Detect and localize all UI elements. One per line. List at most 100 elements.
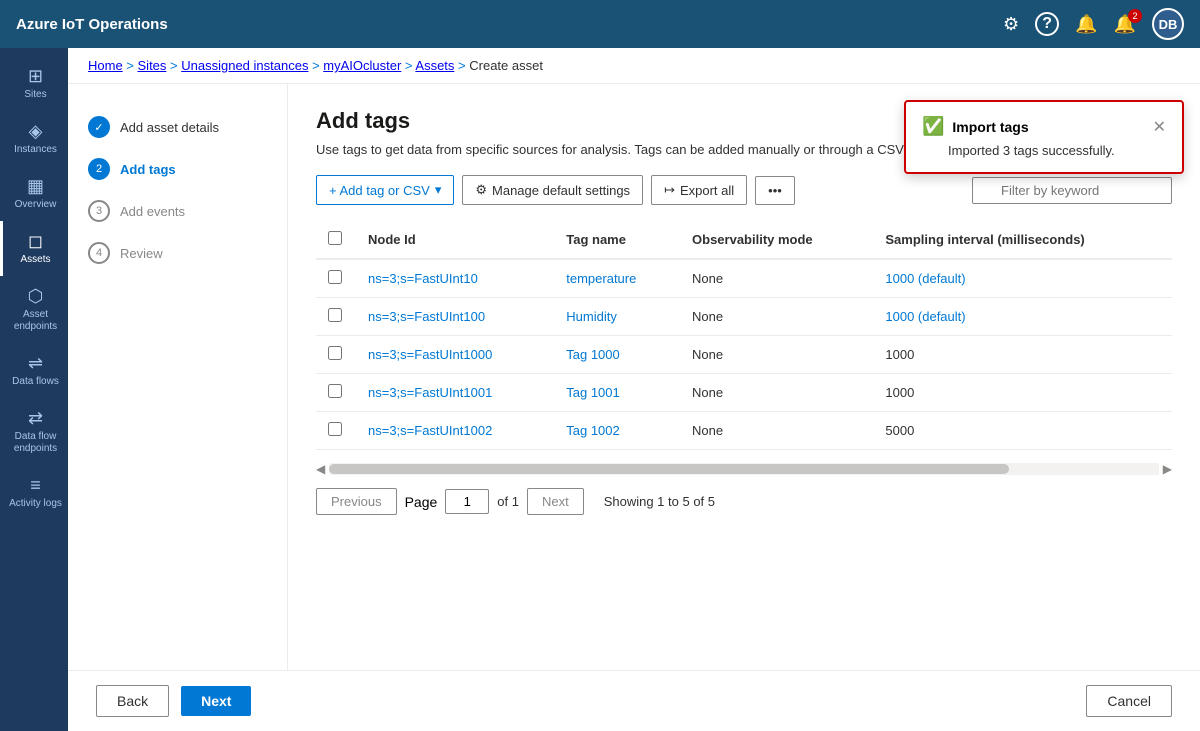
table-row: ns=3;s=FastUInt1002 Tag 1002 None 5000 <box>316 412 1172 450</box>
nav-icons: ⚙ ? 🔔 🔔 2 DB <box>1003 8 1184 40</box>
more-label: ••• <box>768 183 782 198</box>
help-icon[interactable]: ? <box>1035 12 1059 36</box>
step-add-tags[interactable]: 2 Add tags <box>84 150 271 188</box>
toast-message: Imported 3 tags successfully. <box>922 143 1166 158</box>
sidebar-item-data-flow-endpoints[interactable]: ⇄ Data flow endpoints <box>0 398 68 465</box>
next-button-bottom[interactable]: Next <box>181 686 251 716</box>
breadcrumb-unassigned[interactable]: Unassigned instances <box>181 58 308 73</box>
sidebar-item-activity-logs[interactable]: ≡ Activity logs <box>0 465 68 520</box>
sidebar-item-asset-endpoints[interactable]: ⬡ Asset endpoints <box>0 276 68 343</box>
export-icon: ↦ <box>664 182 675 198</box>
step-add-asset-details[interactable]: ✓ Add asset details <box>84 108 271 146</box>
table-header: Node Id Tag name Observability mode Samp… <box>316 221 1172 259</box>
table-row: ns=3;s=FastUInt100 Humidity None 1000 (d… <box>316 298 1172 336</box>
cell-sampling-0: 1000 (default) <box>873 259 1172 298</box>
row-checkbox-2[interactable] <box>328 346 342 360</box>
step-add-events[interactable]: 3 Add events <box>84 192 271 230</box>
breadcrumb-current: Create asset <box>469 58 543 73</box>
row-checkbox-cell <box>316 259 356 298</box>
main-content: ✅ Import tags ✕ Imported 3 tags successf… <box>288 84 1200 670</box>
node-id-link-3[interactable]: ns=3;s=FastUInt1001 <box>368 385 492 400</box>
horizontal-scroll[interactable]: ◀ ▶ <box>316 462 1172 476</box>
gear-icon[interactable]: ⚙ <box>1003 14 1019 35</box>
step-label-3: Add events <box>120 204 185 219</box>
cell-node-id-1: ns=3;s=FastUInt100 <box>356 298 554 336</box>
scroll-left-arrow[interactable]: ◀ <box>316 462 325 476</box>
tag-name-0: temperature <box>566 271 636 286</box>
cell-obs-mode-3: None <box>680 374 873 412</box>
col-tag-name: Tag name <box>554 221 680 259</box>
tag-name-3: Tag 1001 <box>566 385 620 400</box>
data-flows-icon: ⇌ <box>28 353 43 374</box>
node-id-link-0[interactable]: ns=3;s=FastUInt10 <box>368 271 478 286</box>
select-all-checkbox[interactable] <box>328 231 342 245</box>
cell-sampling-2: 1000 <box>873 336 1172 374</box>
sidebar-item-assets[interactable]: ◻ Assets <box>0 221 68 276</box>
activity-logs-icon: ≡ <box>30 475 41 496</box>
notification-badge: 2 <box>1128 9 1142 23</box>
manage-settings-button[interactable]: ⚙ Manage default settings <box>462 175 643 205</box>
export-all-button[interactable]: ↦ Export all <box>651 175 747 205</box>
sidebar-item-overview[interactable]: ▦ Overview <box>0 166 68 221</box>
sidebar-item-instances[interactable]: ◈ Instances <box>0 111 68 166</box>
scroll-right-arrow[interactable]: ▶ <box>1163 462 1172 476</box>
page-showing: Showing 1 to 5 of 5 <box>604 494 715 509</box>
bell-icon[interactable]: 🔔 <box>1075 14 1097 35</box>
bottom-bar: Back Next Cancel <box>68 670 1200 731</box>
col-obs-mode: Observability mode <box>680 221 873 259</box>
cell-tag-name-1: Humidity <box>554 298 680 336</box>
next-label: Next <box>542 494 569 509</box>
breadcrumb-sites[interactable]: Sites <box>138 58 167 73</box>
sidebar-item-sites[interactable]: ⊞ Sites <box>0 56 68 111</box>
filter-input[interactable] <box>972 177 1172 204</box>
table-header-row: Node Id Tag name Observability mode Samp… <box>316 221 1172 259</box>
toast-header: ✅ Import tags ✕ <box>922 116 1166 137</box>
step-review[interactable]: 4 Review <box>84 234 271 272</box>
add-tag-csv-button[interactable]: + Add tag or CSV ▾ <box>316 175 454 205</box>
app-title: Azure IoT Operations <box>16 16 1003 33</box>
node-id-link-4[interactable]: ns=3;s=FastUInt1002 <box>368 423 492 438</box>
row-checkbox-cell <box>316 374 356 412</box>
cell-node-id-4: ns=3;s=FastUInt1002 <box>356 412 554 450</box>
breadcrumb-cluster[interactable]: myAIOcluster <box>323 58 401 73</box>
row-checkbox-cell <box>316 336 356 374</box>
scroll-track[interactable] <box>329 463 1159 475</box>
cell-sampling-3: 1000 <box>873 374 1172 412</box>
add-tag-chevron-icon: ▾ <box>435 182 442 198</box>
page-body: ✓ Add asset details 2 Add tags 3 Add eve… <box>68 84 1200 670</box>
back-button[interactable]: Back <box>96 685 169 717</box>
node-id-link-2[interactable]: ns=3;s=FastUInt1000 <box>368 347 492 362</box>
avatar[interactable]: DB <box>1152 8 1184 40</box>
cell-tag-name-2: Tag 1000 <box>554 336 680 374</box>
page-number-input[interactable] <box>445 489 489 514</box>
notification-icon[interactable]: 🔔 2 <box>1114 14 1136 35</box>
node-id-link-1[interactable]: ns=3;s=FastUInt100 <box>368 309 485 324</box>
assets-icon: ◻ <box>28 231 43 252</box>
sidebar-item-data-flows[interactable]: ⇌ Data flows <box>0 343 68 398</box>
step-label-1: Add asset details <box>120 120 219 135</box>
row-checkbox-1[interactable] <box>328 308 342 322</box>
steps-panel: ✓ Add asset details 2 Add tags 3 Add eve… <box>68 84 288 670</box>
page-label: Page <box>405 494 438 510</box>
breadcrumb-home[interactable]: Home <box>88 58 123 73</box>
toast-close-button[interactable]: ✕ <box>1153 117 1166 137</box>
asset-endpoints-icon: ⬡ <box>28 286 44 307</box>
tags-table: Node Id Tag name Observability mode Samp… <box>316 221 1172 450</box>
sampling-value-4: 5000 <box>885 423 914 438</box>
cancel-button[interactable]: Cancel <box>1086 685 1172 717</box>
breadcrumb-assets[interactable]: Assets <box>415 58 454 73</box>
instances-icon: ◈ <box>29 121 43 142</box>
cell-node-id-2: ns=3;s=FastUInt1000 <box>356 336 554 374</box>
tag-name-4: Tag 1002 <box>566 423 620 438</box>
step-label-4: Review <box>120 246 163 261</box>
previous-button[interactable]: Previous <box>316 488 397 515</box>
row-checkbox-3[interactable] <box>328 384 342 398</box>
cell-obs-mode-1: None <box>680 298 873 336</box>
sampling-value-0: 1000 (default) <box>885 271 965 286</box>
next-button[interactable]: Next <box>527 488 584 515</box>
more-button[interactable]: ••• <box>755 176 795 205</box>
row-checkbox-0[interactable] <box>328 270 342 284</box>
col-sampling: Sampling interval (milliseconds) <box>873 221 1172 259</box>
row-checkbox-4[interactable] <box>328 422 342 436</box>
sidebar-item-instances-label: Instances <box>14 144 57 156</box>
